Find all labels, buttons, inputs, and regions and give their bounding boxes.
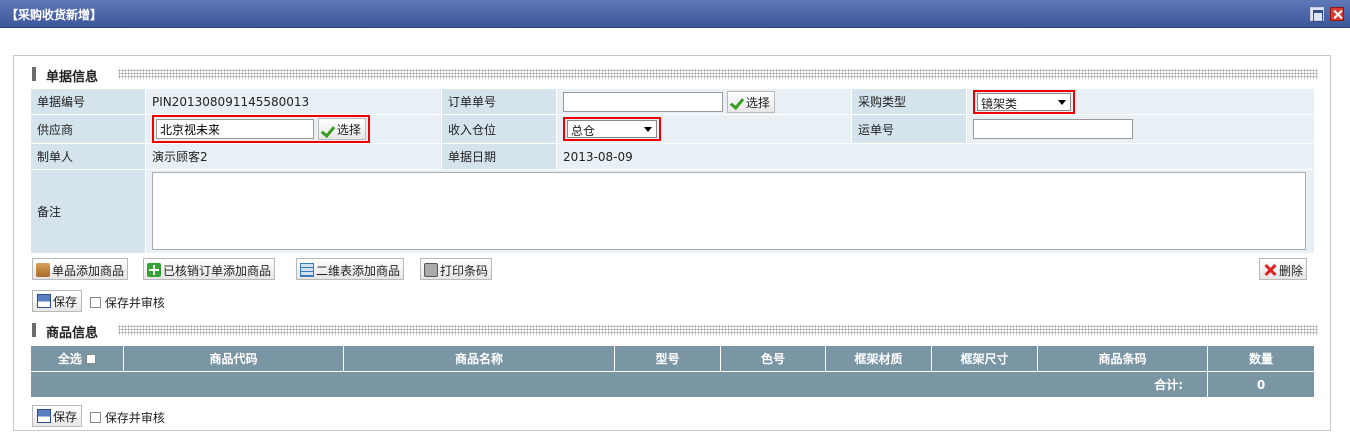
- printer-icon: [424, 263, 438, 277]
- select-all-checkbox[interactable]: [86, 354, 97, 364]
- add-matrix-button[interactable]: 二维表添加商品: [296, 258, 405, 280]
- remark-label: 备注: [30, 169, 146, 254]
- plus-icon: [147, 263, 161, 277]
- save-row-top: 保存 保存并审核: [32, 290, 232, 312]
- save-icon: [37, 409, 51, 423]
- add-single-item-button[interactable]: 单品添加商品: [32, 258, 129, 280]
- highlight-box: 总仓: [563, 117, 661, 141]
- creator-value: 演示顾客2: [145, 143, 442, 170]
- select-all-header[interactable]: 全选: [30, 345, 124, 372]
- save-audit-checkbox[interactable]: [90, 412, 101, 423]
- doc-info-form: 单据编号 PIN201308091145580013 订单单号 选择 采购类型 …: [30, 88, 1315, 254]
- waybill-input[interactable]: [973, 119, 1133, 139]
- save-audit-label: 保存并审核: [104, 411, 165, 425]
- total-label: 合计:: [30, 371, 1208, 398]
- column-header: 数量: [1207, 345, 1315, 372]
- print-barcode-button[interactable]: 打印条码: [420, 258, 493, 280]
- column-header: 商品代码: [123, 345, 344, 372]
- section-title: 单据信息: [46, 70, 99, 85]
- delete-button[interactable]: 删除: [1259, 258, 1308, 280]
- save-audit-checkbox[interactable]: [90, 297, 101, 308]
- section-title: 商品信息: [46, 326, 99, 341]
- item-toolbar: 单品添加商品 已核销订单添加商品 二维表添加商品 打印条码 删除: [32, 258, 1312, 280]
- check-icon: [323, 126, 337, 136]
- window-title: 【采购收货新增】: [6, 8, 103, 22]
- save-icon: [37, 294, 51, 308]
- dropdown-arrow-icon: [1058, 99, 1066, 105]
- maximize-icon[interactable]: [1310, 7, 1324, 22]
- goods-table: 全选 商品代码 商品名称 型号 色号 框架材质 框架尺寸 商品条码 数量 合计:…: [30, 345, 1315, 398]
- order-no-input[interactable]: [563, 91, 723, 112]
- purchase-type-label: 采购类型: [851, 88, 967, 115]
- section-doc-info: 单据信息: [32, 66, 1318, 85]
- warehouse-label: 收入仓位: [441, 114, 557, 144]
- grid-icon: [300, 263, 314, 277]
- window-titlebar: 【采购收货新增】: [0, 0, 1350, 28]
- waybill-label: 运单号: [851, 114, 967, 144]
- save-button[interactable]: 保存: [32, 405, 83, 427]
- supplier-select-button[interactable]: 选择: [317, 118, 366, 140]
- column-header: 色号: [720, 345, 826, 372]
- save-audit-label: 保存并审核: [104, 296, 165, 310]
- purchase-type-select[interactable]: 镜架类: [977, 92, 1071, 111]
- doc-no-label: 单据编号: [30, 88, 146, 115]
- check-icon: [732, 98, 746, 108]
- save-row-bottom: 保存 保存并审核: [32, 405, 232, 427]
- dropdown-arrow-icon: [644, 127, 652, 132]
- column-header: 型号: [614, 345, 721, 372]
- doc-date-value: 2013-08-09: [556, 143, 1315, 170]
- highlight-box: 选择: [152, 115, 370, 143]
- table-total-row: 合计: 0: [30, 371, 1315, 398]
- doc-no-value: PIN201308091145580013: [145, 88, 442, 115]
- save-button[interactable]: 保存: [32, 290, 83, 312]
- order-no-label: 订单单号: [441, 88, 557, 115]
- highlight-box: 镜架类: [973, 89, 1075, 114]
- column-header: 框架材质: [825, 345, 932, 372]
- close-icon[interactable]: [1330, 7, 1344, 21]
- column-header: 商品条码: [1037, 345, 1208, 372]
- supplier-input[interactable]: [156, 119, 314, 139]
- add-from-order-button[interactable]: 已核销订单添加商品: [143, 258, 276, 280]
- section-goods-info: 商品信息: [32, 322, 1318, 341]
- column-header: 商品名称: [343, 345, 615, 372]
- remark-textarea[interactable]: [152, 172, 1306, 250]
- order-select-button[interactable]: 选择: [726, 90, 775, 113]
- doc-date-label: 单据日期: [441, 143, 557, 170]
- creator-label: 制单人: [30, 143, 146, 170]
- warehouse-select[interactable]: 总仓: [567, 120, 657, 138]
- box-icon: [36, 263, 50, 277]
- table-header-row: 全选 商品代码 商品名称 型号 色号 框架材质 框架尺寸 商品条码 数量: [30, 345, 1315, 372]
- supplier-label: 供应商: [30, 114, 146, 144]
- column-header: 框架尺寸: [931, 345, 1038, 372]
- delete-x-icon: [1263, 263, 1277, 277]
- total-qty: 0: [1207, 371, 1315, 398]
